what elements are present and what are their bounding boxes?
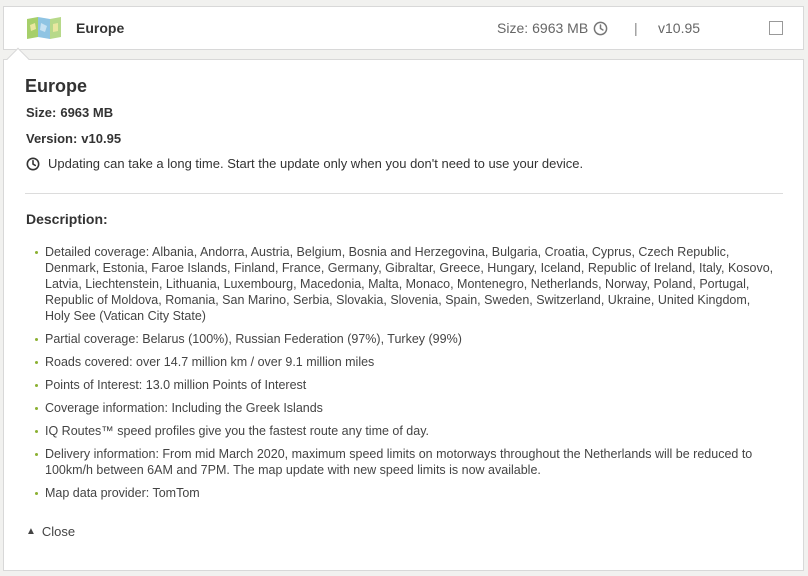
panel-size-label: Size:: [26, 105, 57, 120]
close-label: Close: [41, 524, 76, 539]
close-button[interactable]: ▲ Close: [26, 524, 75, 539]
details-panel: Europe Size: 6963 MB Version: v10.95 Updat…: [3, 47, 804, 571]
list-item: Partial coverage: Belarus (100%), Russia…: [35, 331, 775, 347]
divider: [25, 193, 783, 194]
select-checkbox[interactable]: [769, 21, 783, 35]
header-size: Size: 6963 MB: [497, 7, 588, 49]
list-item: Coverage information: Including the Gree…: [35, 400, 775, 416]
list-item: Points of Interest: 13.0 million Points …: [35, 377, 775, 393]
panel-title: Europe: [25, 76, 88, 96]
size-line: Size: 6963 MB: [26, 105, 113, 120]
map-title: Europe: [76, 20, 125, 36]
size-label: Size:: [497, 20, 529, 36]
warning-text: Updating can take a long time. Start the…: [48, 156, 584, 171]
separator: |: [634, 20, 638, 36]
map-item-row[interactable]: Europe Size: 6963 MB | v10.95: [3, 6, 804, 50]
update-warning: Updating can take a long time. Start the…: [26, 156, 583, 171]
clock-icon: [593, 21, 608, 36]
panel-version-value: v10.95: [81, 131, 122, 146]
version-line: Version: v10.95: [26, 131, 121, 146]
clock-icon: [26, 157, 40, 170]
chevron-up-icon: ▲: [26, 526, 36, 537]
size-value: 6963 MB: [532, 20, 589, 36]
list-item: Roads covered: over 14.7 million km / ov…: [35, 354, 775, 370]
panel-size-value: 6963 MB: [60, 105, 114, 120]
list-item: IQ Routes™ speed profiles give you the f…: [35, 423, 775, 439]
list-item: Map data provider: TomTom: [35, 485, 775, 501]
panel-caret: [6, 47, 30, 71]
description-list: Detailed coverage: Albania, Andorra, Aus…: [35, 244, 775, 508]
list-item: Delivery information: From mid March 202…: [35, 446, 775, 478]
list-item: Detailed coverage: Albania, Andorra, Aus…: [35, 244, 775, 324]
description-title: Description:: [26, 211, 108, 227]
panel-version-label: Version:: [26, 131, 78, 146]
header-version: v10.95: [658, 20, 701, 36]
map-icon: [27, 17, 61, 39]
